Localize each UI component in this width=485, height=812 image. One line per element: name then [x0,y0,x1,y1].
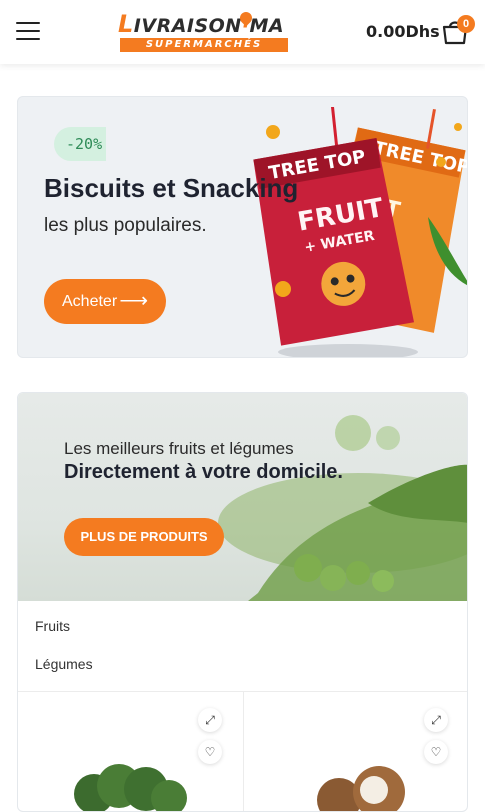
logo-tagline: SUPERMARCHÉS [120,38,288,52]
fruits-banner: Les meilleurs fruits et légumes Directem… [18,393,467,601]
cart-count-badge: 0 [457,15,475,33]
site-logo[interactable]: LIVRAISON·MA SUPERMARCHÉS [118,9,290,56]
coconut-image [317,766,405,811]
expand-icon[interactable]: ⤢ [198,708,222,732]
banner-line-2: Directement à votre domicile. [64,461,343,483]
peas-image [218,415,467,601]
heart-icon[interactable]: ♡ [198,740,222,764]
product-pouch-image: TREE TOP IT TREE TOP FRUIT + WATER [253,107,467,357]
expand-icon[interactable]: ⤢ [424,708,448,732]
hamburger-menu-icon[interactable] [16,22,40,42]
logo-wordmark: LIVRAISON·MA [118,10,285,38]
more-products-button[interactable]: PLUS DE PRODUITS [64,518,224,556]
discount-badge: -20% [54,127,106,161]
site-header: LIVRAISON·MA SUPERMARCHÉS 0.00Dhs 0 [0,0,485,64]
promo-title: Biscuits et Snacking [44,173,299,203]
heart-icon[interactable]: ♡ [424,740,448,764]
product-card[interactable]: ⤢ ♡ [243,692,467,811]
category-item-legumes[interactable]: Légumes [18,645,467,683]
promo-subtitle: les plus populaires. [44,215,207,236]
buy-button-label: Acheter [62,293,118,310]
promo-banner: -20% TREE TOP IT TREE TOP FRUIT + WATER [17,96,468,358]
fruits-vegetables-card: Les meilleurs fruits et légumes Directem… [17,392,468,812]
arrow-right-icon: ⟶ [119,290,148,312]
broccoli-image [74,764,187,811]
banner-line-1: Les meilleurs fruits et légumes [64,439,294,458]
category-item-fruits[interactable]: Fruits [18,607,467,645]
category-list: Fruits Légumes [18,601,467,683]
product-row: ⤢ ♡ ⤢ ♡ [18,691,467,811]
cart-total: 0.00Dhs [366,22,440,41]
product-card[interactable]: ⤢ ♡ [18,692,243,811]
buy-button[interactable]: Acheter ⟶ [44,279,166,324]
